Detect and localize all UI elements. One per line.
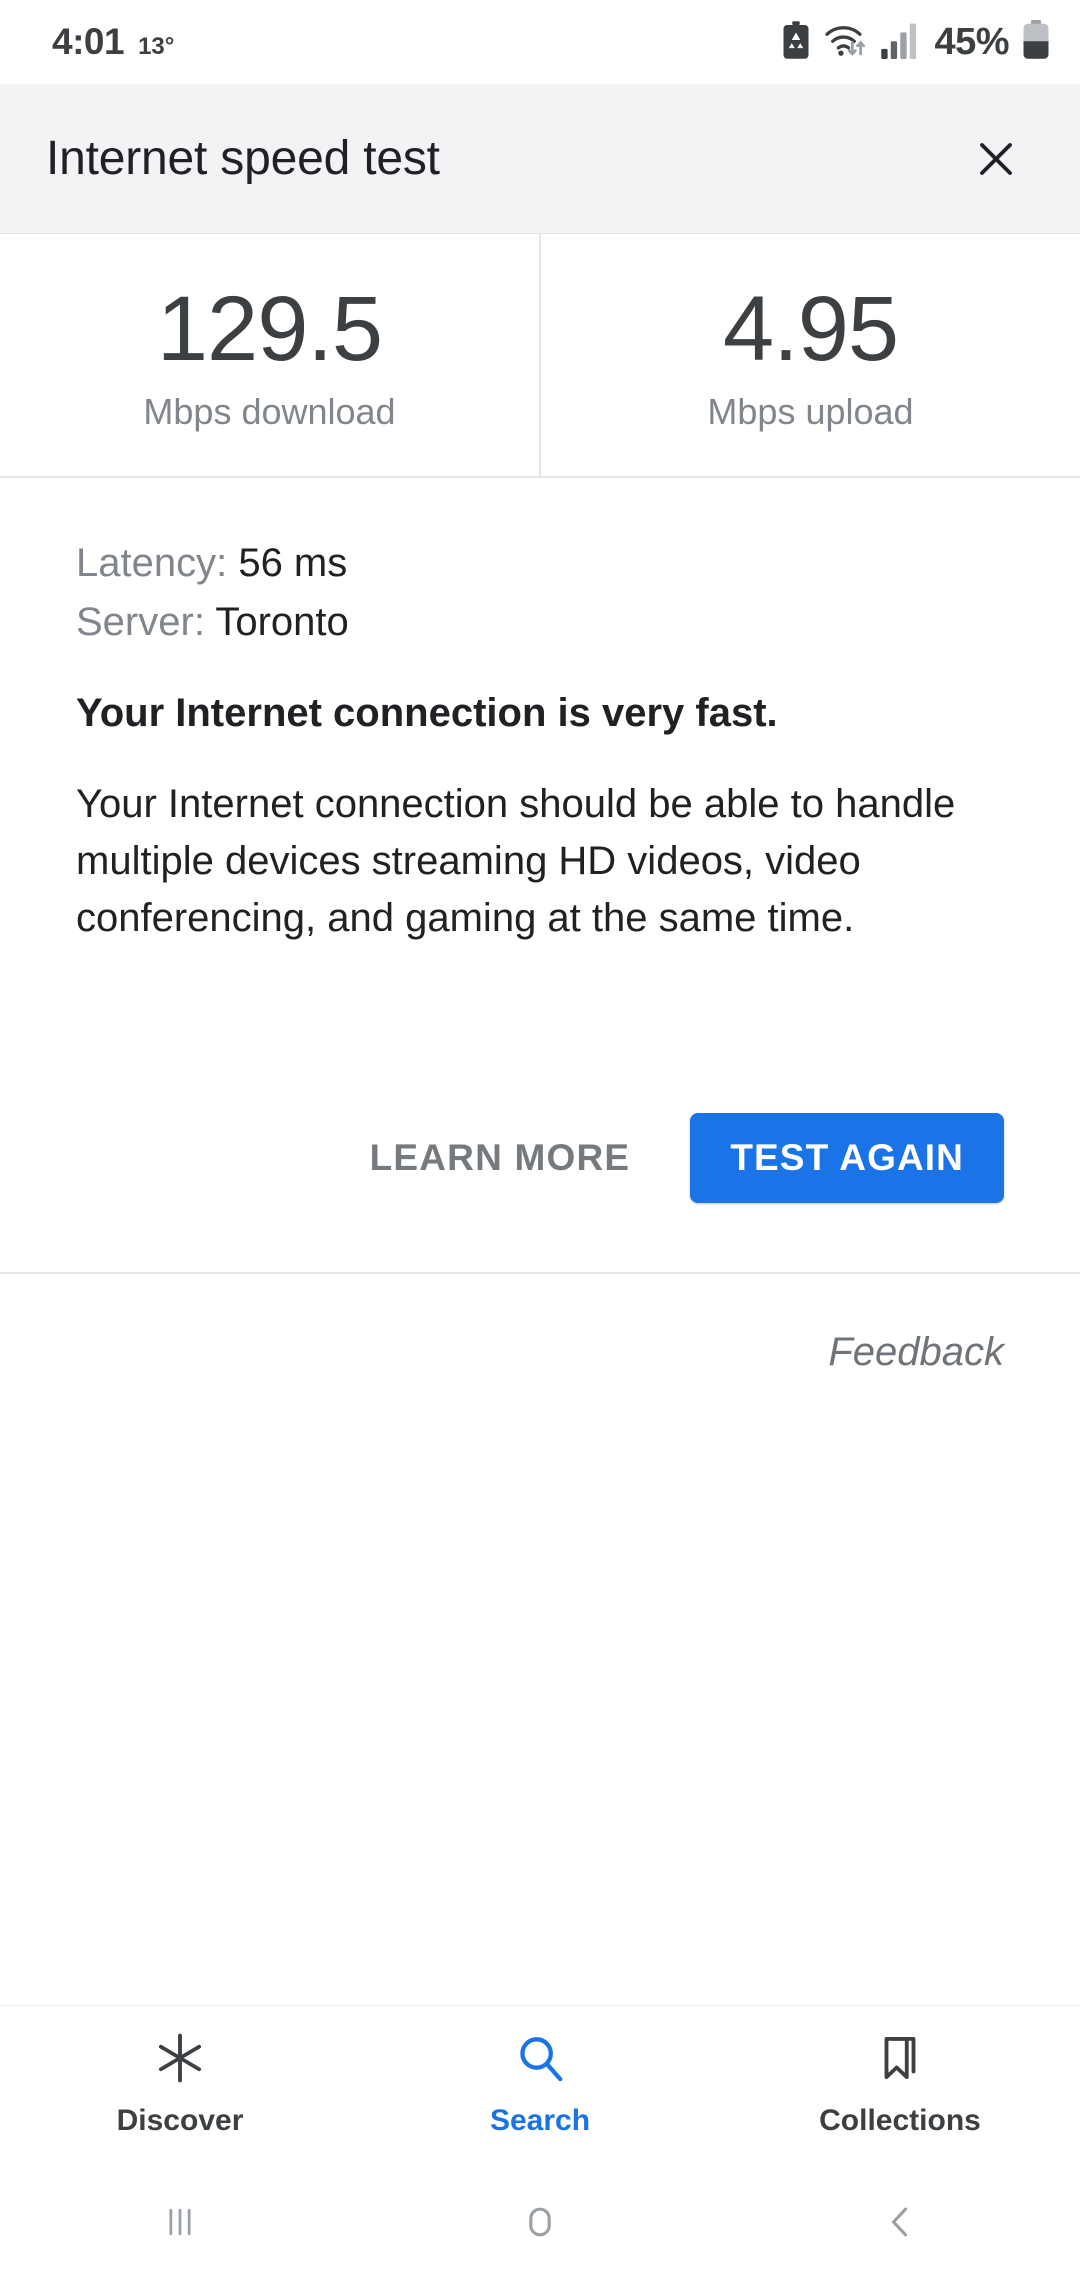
speed-results: 129.5 Mbps download 4.95 Mbps upload — [0, 234, 1080, 478]
home-icon[interactable] — [360, 2200, 720, 2244]
status-temperature: 13° — [138, 33, 175, 60]
latency-row: Latency: 56 ms — [76, 540, 1004, 587]
bottom-navigation: Discover Search Collections — [0, 2005, 1080, 2163]
nav-label-discover: Discover — [116, 2104, 244, 2137]
test-again-button[interactable]: TEST AGAIN — [690, 1113, 1004, 1203]
nav-label-search: Search — [489, 2104, 591, 2137]
back-icon[interactable] — [720, 2200, 1080, 2244]
page-title: Internet speed test — [46, 132, 440, 185]
nav-item-collections[interactable]: Collections — [720, 2031, 1080, 2138]
action-row: LEARN MORE TEST AGAIN — [0, 1113, 1080, 1203]
bookmark-icon — [873, 2031, 927, 2090]
download-label: Mbps download — [143, 391, 396, 432]
upload-value: 4.95 — [722, 278, 899, 380]
latency-label: Latency: — [76, 541, 239, 585]
download-value: 129.5 — [156, 278, 383, 380]
wifi-icon — [824, 21, 868, 64]
app-screen: 4:01 13° 45% Internet speed test 129.5 M… — [0, 0, 1080, 2280]
status-bar: 4:01 13° 45% — [0, 0, 1080, 84]
battery-saver-icon — [781, 20, 811, 64]
result-description: Your Internet connection should be able … — [76, 782, 956, 940]
server-value: Toronto — [215, 600, 349, 645]
system-navigation-bar — [0, 2163, 1080, 2280]
feedback-link[interactable]: Feedback — [828, 1330, 1004, 1375]
upload-stat: 4.95 Mbps upload — [541, 234, 1080, 476]
result-details: Latency: 56 ms Server: Toronto Your Inte… — [0, 478, 1080, 947]
nav-label-collections: Collections — [819, 2104, 981, 2137]
section-divider — [0, 1272, 1080, 1274]
close-icon[interactable] — [958, 121, 1034, 197]
search-icon — [513, 2031, 567, 2090]
battery-percent: 45% — [934, 20, 1009, 63]
feedback-row: Feedback — [0, 1330, 1080, 1375]
upload-label: Mbps upload — [707, 391, 914, 432]
dialog-header: Internet speed test — [0, 84, 1080, 234]
download-stat: 129.5 Mbps download — [0, 234, 541, 476]
learn-more-button[interactable]: LEARN MORE — [346, 1115, 655, 1201]
server-label: Server: — [76, 600, 216, 645]
result-headline: Your Internet connection is very fast. — [76, 691, 778, 736]
cellular-signal-icon — [881, 21, 917, 64]
nav-item-search[interactable]: Search — [360, 2031, 720, 2138]
battery-icon — [1022, 19, 1050, 65]
server-row: Server: Toronto — [76, 599, 1004, 646]
status-bar-left: 4:01 13° — [52, 21, 174, 63]
asterisk-icon — [153, 2031, 207, 2090]
status-bar-right: 45% — [781, 19, 1050, 65]
recents-icon[interactable] — [0, 2200, 360, 2244]
status-time: 4:01 — [52, 21, 125, 62]
latency-value: 56 ms — [238, 541, 348, 585]
nav-item-discover[interactable]: Discover — [0, 2031, 360, 2138]
